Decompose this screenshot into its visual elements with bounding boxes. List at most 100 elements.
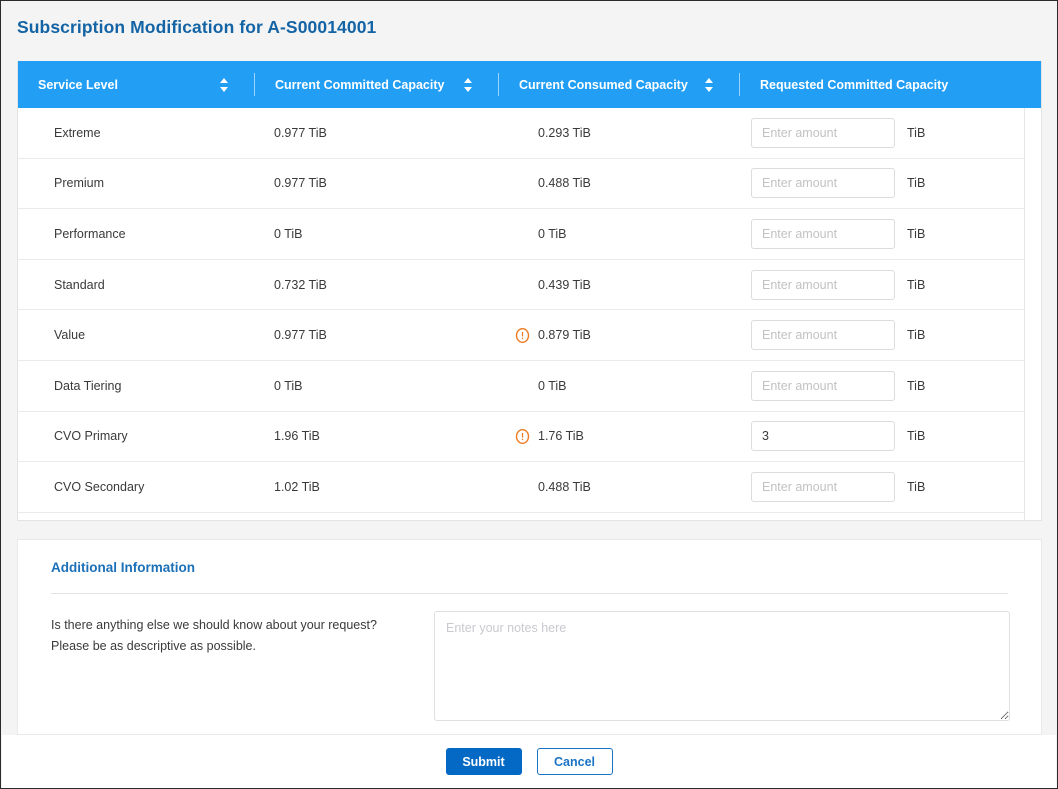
requested-amount-input[interactable] xyxy=(751,421,895,452)
cell-requested-committed: TiB xyxy=(740,209,1035,259)
page-title: Subscription Modification for A-S0001400… xyxy=(17,17,377,37)
requested-amount-input[interactable] xyxy=(751,471,895,502)
cell-current-consumed: 0.293 TiB xyxy=(499,108,740,158)
sort-toggle-icon[interactable] xyxy=(220,77,229,92)
warning-icon xyxy=(515,327,530,343)
sort-toggle-icon[interactable] xyxy=(705,77,714,92)
cell-current-committed: 0 TiB xyxy=(255,361,499,411)
unit-label: TiB xyxy=(907,429,926,444)
current-committed-text: 0 TiB xyxy=(274,226,303,241)
cell-requested-committed: TiB xyxy=(740,462,1035,512)
cell-current-consumed: 0.488 TiB xyxy=(499,462,740,512)
current-committed-text: 0.977 TiB xyxy=(274,125,327,140)
current-committed-text: 0.977 TiB xyxy=(274,328,327,343)
section-divider xyxy=(51,593,1008,594)
table-header-label: Current Committed Capacity xyxy=(275,77,445,92)
capacity-table-card: Service Level Current Committed Capacity C… xyxy=(17,61,1042,521)
table-row: Premium 0.977 TiB 0.488 TiB TiB xyxy=(18,158,1041,210)
table-header-cell-2[interactable]: Current Consumed Capacity xyxy=(499,61,740,108)
service-level-text: Performance xyxy=(54,226,126,241)
current-committed-text: 0 TiB xyxy=(274,378,303,393)
unit-label: TiB xyxy=(907,479,926,494)
cell-current-consumed: 0.439 TiB xyxy=(499,260,740,310)
cell-current-consumed: 0 TiB xyxy=(499,209,740,259)
cell-current-consumed: 1.76 TiB xyxy=(499,412,740,462)
cell-current-committed: 0.977 TiB xyxy=(255,108,499,158)
cell-current-consumed: 0 TiB xyxy=(499,361,740,411)
requested-amount-input[interactable] xyxy=(751,269,895,300)
cell-service-level: CVO Primary xyxy=(18,412,255,462)
current-committed-text: 0.732 TiB xyxy=(274,277,327,292)
submit-button[interactable]: Submit xyxy=(445,748,522,775)
cell-service-level: Performance xyxy=(18,209,255,259)
cell-requested-committed: TiB xyxy=(740,159,1035,209)
current-consumed-text: 1.76 TiB xyxy=(538,429,584,444)
notes-textarea[interactable] xyxy=(434,611,1010,721)
cell-requested-committed: TiB xyxy=(740,108,1035,158)
unit-label: TiB xyxy=(907,226,926,241)
requested-amount-input[interactable] xyxy=(751,320,895,351)
current-committed-text: 0.977 TiB xyxy=(274,176,327,191)
cell-current-committed: 1.02 TiB xyxy=(255,462,499,512)
cell-requested-committed: TiB xyxy=(740,310,1035,360)
requested-amount-input[interactable] xyxy=(751,218,895,249)
question-line-1: Is there anything else we should know ab… xyxy=(51,618,377,632)
table-row: Standard 0.732 TiB 0.439 TiB TiB xyxy=(18,259,1041,311)
current-consumed-text: 0.879 TiB xyxy=(538,328,591,343)
unit-label: TiB xyxy=(907,176,926,191)
current-committed-text: 1.02 TiB xyxy=(274,479,320,494)
warning-icon xyxy=(515,428,530,444)
table-row: Performance 0 TiB 0 TiB TiB xyxy=(18,209,1041,260)
cell-service-level: Standard xyxy=(18,260,255,310)
additional-information-title: Additional Information xyxy=(51,560,195,575)
service-level-text: Data Tiering xyxy=(54,378,122,393)
service-level-text: Extreme xyxy=(54,125,101,140)
table-header-cell-0[interactable]: Service Level xyxy=(18,61,255,108)
table-header-label: Service Level xyxy=(38,77,118,92)
cell-current-consumed: 0.879 TiB xyxy=(499,310,740,360)
table-row: CVO Secondary 1.02 TiB 0.488 TiB TiB xyxy=(18,462,1041,513)
cell-service-level: Extreme xyxy=(18,108,255,158)
table-body: Extreme 0.977 TiB 0.293 TiB TiB Premium 0.977… xyxy=(18,108,1041,513)
service-level-text: CVO Secondary xyxy=(54,479,145,494)
table-row: Data Tiering 0 TiB 0 TiB TiB xyxy=(18,360,1041,412)
table-header-row: Service Level Current Committed Capacity C… xyxy=(18,61,1041,108)
table-row: CVO Primary 1.96 TiB 1.76 TiB TiB xyxy=(18,411,1041,463)
table-row: Value 0.977 TiB 0.879 TiB TiB xyxy=(18,310,1041,361)
cell-service-level: CVO Secondary xyxy=(18,462,255,512)
service-level-text: Premium xyxy=(54,176,105,191)
unit-label: TiB xyxy=(907,125,926,140)
cancel-button[interactable]: Cancel xyxy=(536,748,613,775)
current-consumed-text: 0 TiB xyxy=(538,226,567,241)
question-line-2: Please be as descriptive as possible. xyxy=(51,639,256,653)
table-row: Extreme 0.977 TiB 0.293 TiB TiB xyxy=(18,108,1041,159)
cell-service-level: Premium xyxy=(18,159,255,209)
requested-amount-input[interactable] xyxy=(751,370,895,401)
table-header-label: Requested Committed Capacity xyxy=(760,77,949,92)
table-header-cell-3: Requested Committed Capacity xyxy=(740,61,1035,108)
current-consumed-text: 0.439 TiB xyxy=(538,277,591,292)
unit-label: TiB xyxy=(907,328,926,343)
current-consumed-text: 0.488 TiB xyxy=(538,176,591,191)
cell-requested-committed: TiB xyxy=(740,361,1035,411)
cell-current-committed: 0 TiB xyxy=(255,209,499,259)
current-consumed-text: 0 TiB xyxy=(538,378,567,393)
sort-toggle-icon[interactable] xyxy=(464,77,473,92)
service-level-text: Standard xyxy=(54,277,105,292)
current-consumed-text: 0.488 TiB xyxy=(538,479,591,494)
cell-current-committed: 0.732 TiB xyxy=(255,260,499,310)
cell-current-consumed: 0.488 TiB xyxy=(499,159,740,209)
requested-amount-input[interactable] xyxy=(751,117,895,148)
cell-current-committed: 0.977 TiB xyxy=(255,310,499,360)
additional-information-card: Additional Information Is there anything… xyxy=(17,539,1042,735)
cell-requested-committed: TiB xyxy=(740,412,1035,462)
table-header-cell-1[interactable]: Current Committed Capacity xyxy=(255,61,499,108)
current-committed-text: 1.96 TiB xyxy=(274,429,320,444)
unit-label: TiB xyxy=(907,277,926,292)
page-root: Subscription Modification for A-S0001400… xyxy=(0,0,1058,789)
table-vertical-scrollbar[interactable] xyxy=(1024,108,1041,520)
unit-label: TiB xyxy=(907,378,926,393)
cell-service-level: Data Tiering xyxy=(18,361,255,411)
requested-amount-input[interactable] xyxy=(751,168,895,199)
cell-service-level: Value xyxy=(18,310,255,360)
